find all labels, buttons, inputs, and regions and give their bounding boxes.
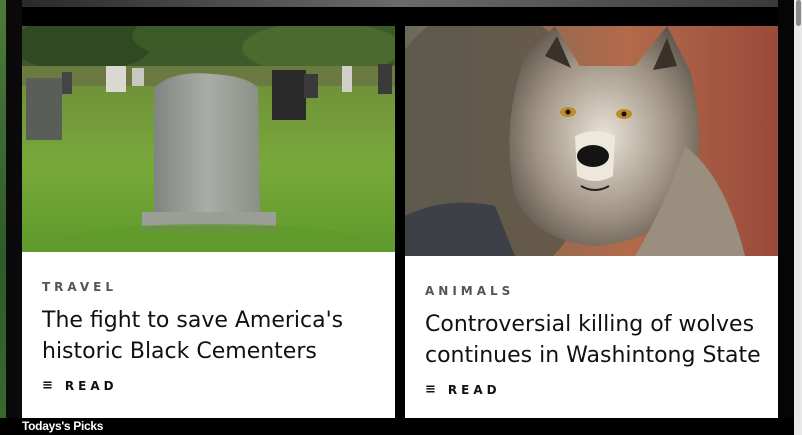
list-icon: ≡: [425, 382, 436, 397]
scrollbar-thumb[interactable]: [796, 0, 801, 26]
scrollbar-track[interactable]: [794, 0, 802, 435]
article-card-travel[interactable]: TRAVEL The fight to save America's histo…: [22, 26, 395, 418]
read-label: READ: [447, 382, 501, 397]
gray-wolf-image[interactable]: [405, 26, 778, 256]
read-button[interactable]: ≡ READ: [42, 378, 118, 393]
section-footer-bar: [0, 418, 794, 435]
section-label: Todays's Picks: [22, 419, 104, 433]
article-headline[interactable]: Controversial killing of wolves continue…: [425, 309, 770, 371]
previous-card-image-strip: [22, 0, 778, 7]
left-gutter: [6, 0, 22, 435]
right-gutter: [778, 0, 794, 435]
read-label: READ: [64, 378, 118, 393]
cemetery-headstone-image[interactable]: [22, 26, 395, 252]
article-card-animals[interactable]: ANIMALS Controversial killing of wolves …: [405, 26, 778, 418]
read-button[interactable]: ≡ READ: [425, 382, 501, 397]
article-headline[interactable]: The fight to save America's historic Bla…: [42, 305, 387, 367]
article-category: ANIMALS: [425, 284, 515, 298]
list-icon: ≡: [42, 378, 53, 393]
article-category: TRAVEL: [42, 280, 118, 294]
